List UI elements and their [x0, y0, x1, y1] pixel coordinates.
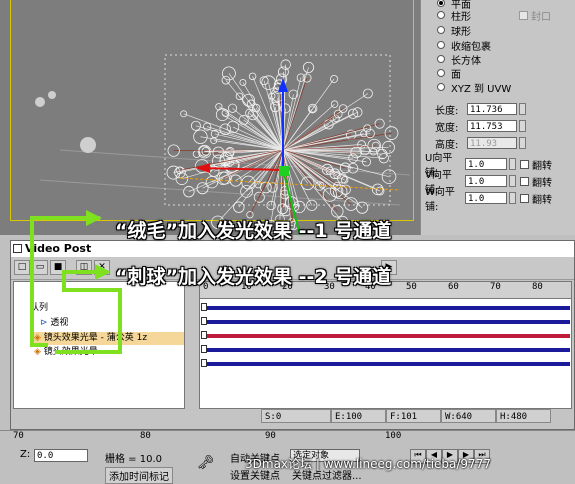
watermark-text: 3Dmax论坛 | www.lineeg.com/tieba/9777 [245, 455, 491, 472]
annotation-line-1: “绒毛”加入发光效果 --1 号通道 [115, 216, 391, 243]
annotation-line-2: “刺球”加入发光效果 --2 号通道 [115, 262, 391, 289]
